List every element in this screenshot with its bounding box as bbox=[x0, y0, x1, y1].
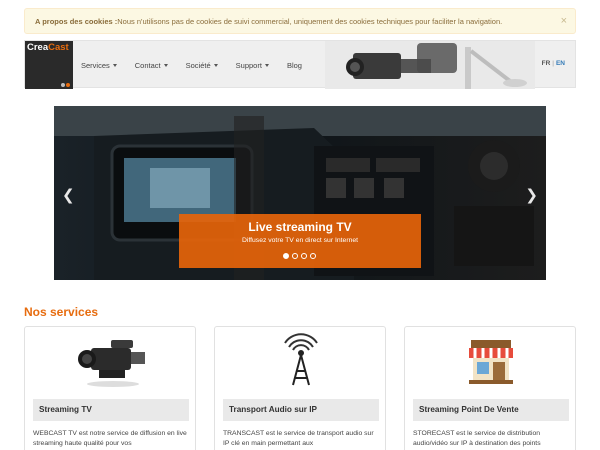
carousel-title: Live streaming TV bbox=[248, 220, 352, 234]
service-card-title: Streaming Point De Vente bbox=[413, 399, 569, 421]
service-card-title: Transport Audio sur IP bbox=[223, 399, 379, 421]
nav-item-contact[interactable]: Contact bbox=[135, 61, 168, 70]
carousel-indicator[interactable] bbox=[283, 253, 289, 259]
carousel-indicator[interactable] bbox=[292, 253, 298, 259]
service-card-point-de-vente[interactable]: Streaming Point De Vente STORECAST est l… bbox=[404, 326, 576, 450]
video-camera-icon bbox=[25, 327, 197, 395]
logo-text: CreaCast bbox=[27, 42, 69, 53]
carousel-indicator[interactable] bbox=[310, 253, 316, 259]
caret-down-icon bbox=[264, 63, 269, 67]
service-card-title: Streaming TV bbox=[33, 399, 189, 421]
nav-item-support[interactable]: Support bbox=[236, 61, 269, 70]
language-switcher: FR | EN bbox=[541, 60, 565, 67]
carousel-subtitle: Diffusez votre TV en direct sur Internet bbox=[241, 237, 359, 244]
caret-down-icon bbox=[163, 63, 168, 67]
service-card-desc: TRANSCAST est le service de transport au… bbox=[223, 430, 374, 447]
carousel-next-button[interactable]: ❯ bbox=[525, 186, 538, 204]
carousel-indicators bbox=[283, 253, 319, 259]
cookie-label: A propos des cookies : bbox=[35, 16, 118, 26]
main-nav: Services Contact Société Support Blog bbox=[81, 41, 320, 89]
hero-carousel: ❮ ❯ Live streaming TV Diffusez votre TV … bbox=[54, 106, 546, 280]
site-header: CreaCast Services Contact Société Suppor… bbox=[24, 40, 576, 89]
header-camera-image bbox=[325, 41, 535, 89]
nav-item-services[interactable]: Services bbox=[81, 61, 117, 70]
radio-tower-icon bbox=[215, 327, 387, 395]
caret-down-icon bbox=[213, 63, 218, 67]
carousel-caption: Live streaming TV Diffusez votre TV en d… bbox=[179, 214, 421, 268]
close-icon[interactable]: × bbox=[561, 15, 567, 27]
logo-dot bbox=[61, 83, 65, 87]
service-card-transport-audio[interactable]: Transport Audio sur IP TRANSCAST est le … bbox=[214, 326, 386, 450]
cookie-banner: A propos des cookies : Nous n'utilisons … bbox=[24, 8, 576, 34]
service-card-desc: WEBCAST TV est notre service de diffusio… bbox=[33, 430, 187, 447]
carousel-prev-button[interactable]: ❮ bbox=[62, 186, 75, 204]
nav-item-societe[interactable]: Société bbox=[186, 61, 218, 70]
caret-down-icon bbox=[112, 63, 117, 67]
logo[interactable]: CreaCast bbox=[25, 41, 73, 89]
service-card-streaming-tv[interactable]: Streaming TV WEBCAST TV est notre servic… bbox=[24, 326, 196, 450]
service-card-desc: STORECAST est le service de distribution… bbox=[413, 430, 541, 447]
carousel-indicator[interactable] bbox=[301, 253, 307, 259]
cookie-text: Nous n'utilisons pas de cookies de suivi… bbox=[117, 16, 503, 26]
logo-dot bbox=[66, 83, 70, 87]
nav-item-blog[interactable]: Blog bbox=[287, 61, 302, 70]
lang-en-link[interactable]: EN bbox=[556, 60, 565, 67]
services-title: Nos services bbox=[24, 305, 99, 319]
lang-fr-link[interactable]: FR bbox=[542, 60, 551, 67]
store-icon bbox=[405, 327, 577, 395]
